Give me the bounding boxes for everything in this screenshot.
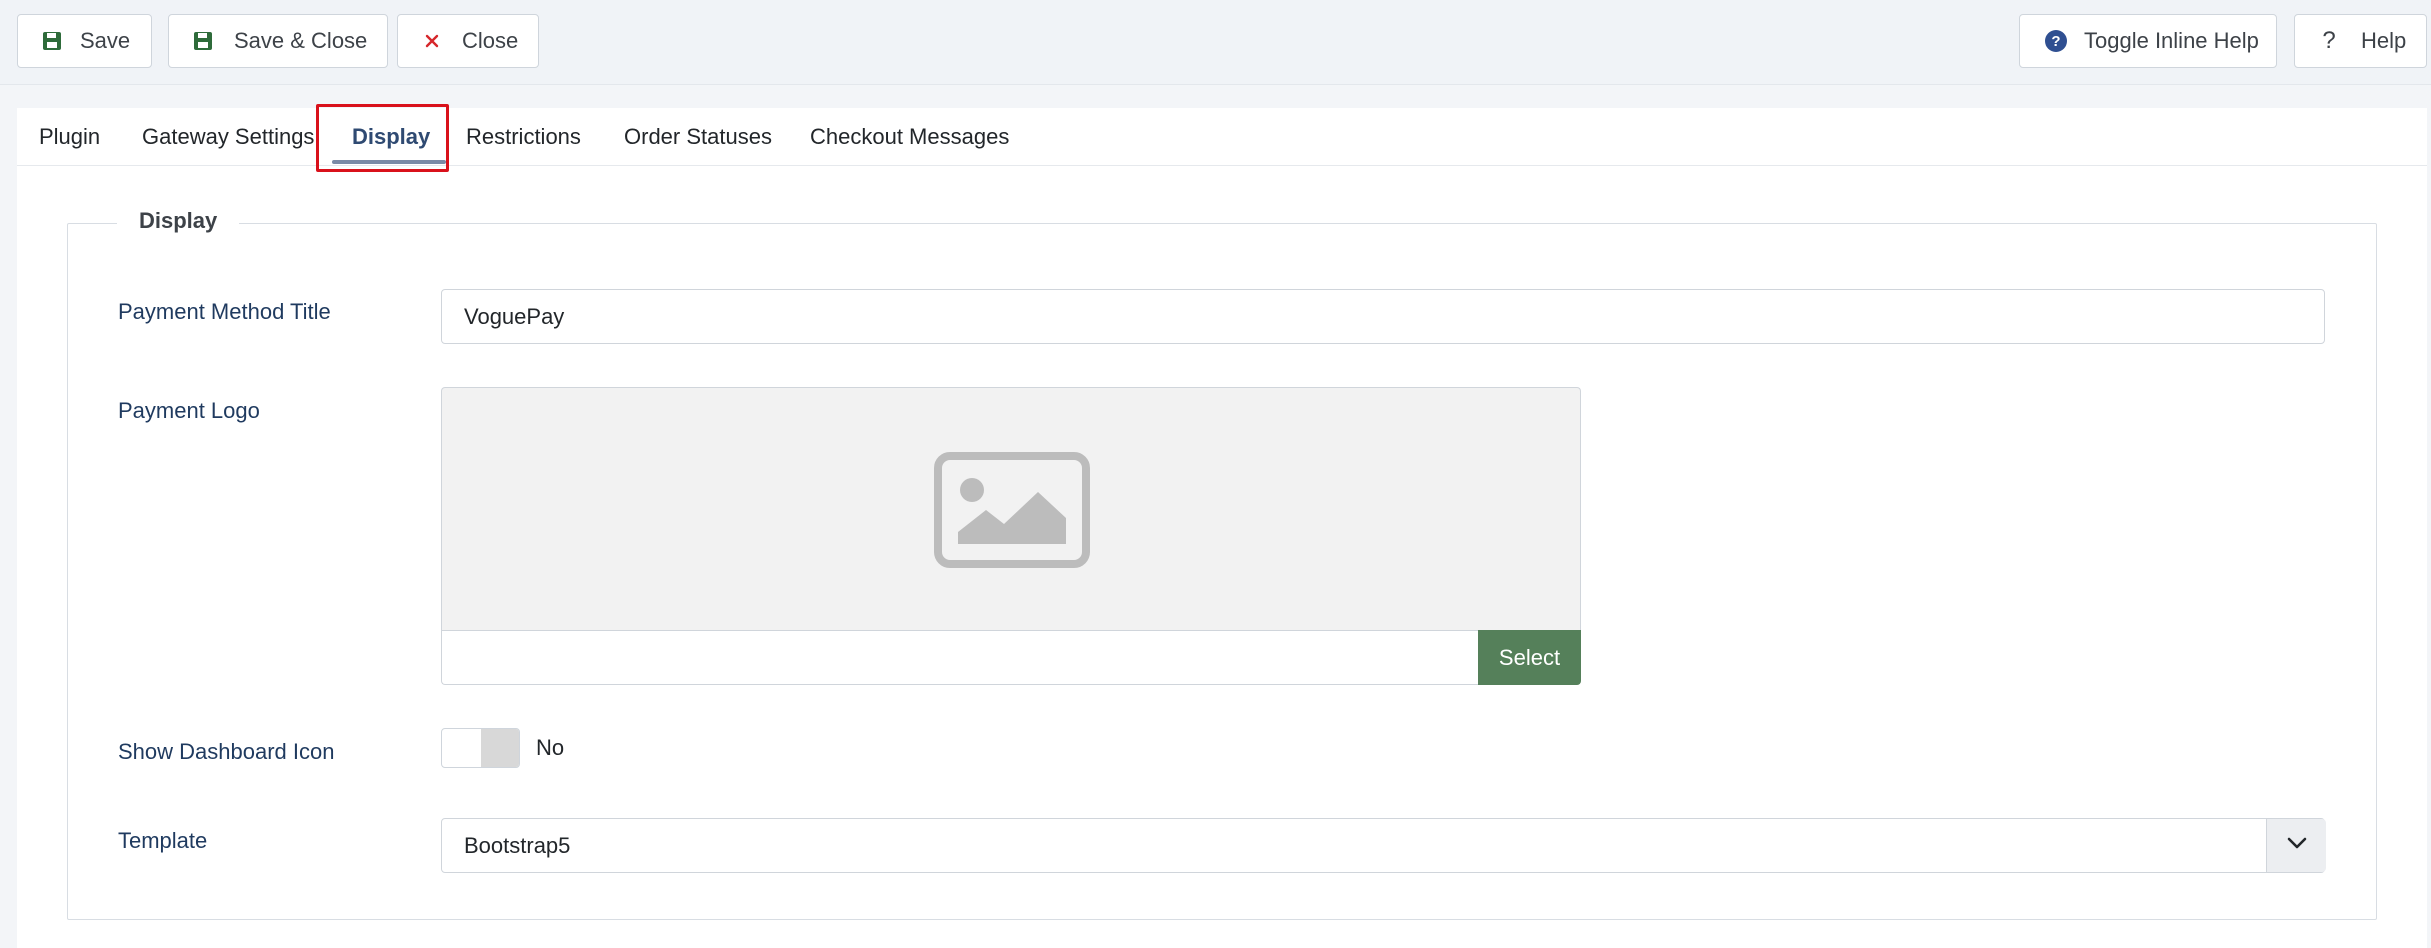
show-dashboard-icon-state: No xyxy=(536,735,565,760)
payment-method-title-label: Payment Method Title xyxy=(118,299,331,324)
template-select[interactable]: Bootstrap5 xyxy=(441,818,2325,873)
help-label: Help xyxy=(2361,28,2407,53)
toggle-inline-help-label: Toggle Inline Help xyxy=(2084,28,2259,53)
payment-method-title-input[interactable]: VoguePay xyxy=(441,289,2325,344)
template-label: Template xyxy=(118,828,208,853)
show-dashboard-icon-toggle[interactable] xyxy=(441,728,520,768)
toggle-inline-help-button[interactable]: ? Toggle Inline Help xyxy=(2019,14,2277,68)
save-close-label: Save & Close xyxy=(234,28,368,53)
save-label: Save xyxy=(80,28,131,53)
tab-checkout-messages[interactable]: Checkout Messages xyxy=(810,108,1009,165)
payment-logo-input[interactable] xyxy=(441,630,1478,685)
active-tab-highlight xyxy=(316,104,449,172)
tab-gateway-settings[interactable]: Gateway Settings xyxy=(142,108,314,165)
question-mark-icon: ? xyxy=(2322,27,2336,54)
x-icon xyxy=(418,27,446,55)
save-close-button[interactable]: Save & Close xyxy=(168,14,388,68)
floppy-disk-icon xyxy=(189,27,217,55)
question-circle-icon: ? xyxy=(2042,27,2070,55)
template-select-caret[interactable] xyxy=(2266,819,2326,872)
fieldset-legend: Display xyxy=(117,208,240,234)
toolbar: Save Save & Close Close ? Toggle Inline … xyxy=(0,0,2431,85)
close-button[interactable]: Close xyxy=(397,14,539,68)
help-button[interactable]: ? Help xyxy=(2294,14,2427,68)
payment-logo-label: Payment Logo xyxy=(118,398,260,423)
tab-order-statuses[interactable]: Order Statuses xyxy=(624,108,772,165)
image-placeholder-icon xyxy=(934,452,1090,573)
payment-logo-preview xyxy=(441,387,1581,630)
chevron-down-icon xyxy=(2286,836,2308,855)
tab-restrictions[interactable]: Restrictions xyxy=(466,108,581,165)
plugin-edit-card: Plugin Gateway Settings Display Restrict… xyxy=(17,104,2427,948)
save-button[interactable]: Save xyxy=(17,14,152,68)
close-label: Close xyxy=(462,28,519,53)
tab-bar: Plugin Gateway Settings Display Restrict… xyxy=(17,104,2427,172)
floppy-disk-icon xyxy=(38,27,66,55)
payment-logo-select-button[interactable]: Select xyxy=(1478,630,1581,685)
svg-text:?: ? xyxy=(2051,33,2060,50)
toggle-knob xyxy=(481,729,519,767)
show-dashboard-icon-label: Show Dashboard Icon xyxy=(118,739,335,764)
tab-plugin[interactable]: Plugin xyxy=(39,108,100,165)
